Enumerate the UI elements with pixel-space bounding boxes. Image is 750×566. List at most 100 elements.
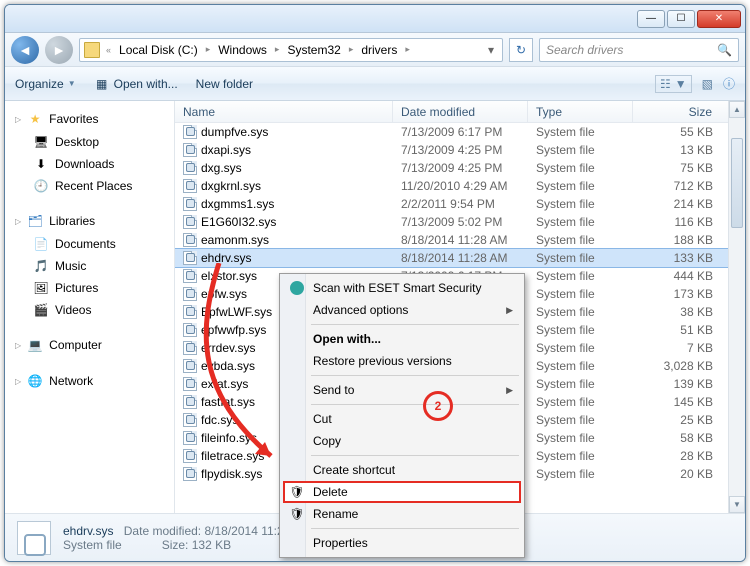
scroll-down-button[interactable]: ▼: [729, 496, 745, 513]
file-type: System file: [528, 197, 633, 211]
ctx-properties[interactable]: Properties: [283, 532, 521, 554]
search-placeholder: Search drivers: [546, 43, 623, 57]
ctx-open-with[interactable]: Open with...: [283, 328, 521, 350]
organize-button[interactable]: Organize▼: [15, 77, 76, 91]
sysfile-icon: [183, 215, 197, 229]
chevron-right-icon: ▸: [204, 44, 213, 55]
forward-button[interactable]: ►: [45, 36, 73, 64]
ctx-cut[interactable]: Cut: [283, 408, 521, 430]
newfolder-button[interactable]: New folder: [196, 77, 253, 91]
context-menu: Scan with ESET Smart Security Advanced o…: [279, 273, 525, 558]
sysfile-icon: [183, 323, 197, 337]
favorites-header[interactable]: ▷★Favorites: [9, 107, 170, 131]
scroll-up-button[interactable]: ▲: [729, 101, 745, 118]
file-row[interactable]: dxgmms1.sys2/2/2011 9:54 PMSystem file21…: [175, 195, 745, 213]
computer-header[interactable]: ▷💻Computer: [9, 333, 170, 357]
crumb-drivers[interactable]: drivers: [359, 43, 399, 57]
file-row[interactable]: dxgkrnl.sys11/20/2010 4:29 AMSystem file…: [175, 177, 745, 195]
file-date: 7/13/2009 6:17 PM: [393, 125, 528, 139]
maximize-button[interactable]: ☐: [667, 10, 695, 28]
file-name: dxgmms1.sys: [201, 197, 274, 211]
file-name: dxapi.sys: [201, 143, 251, 157]
sysfile-icon: [183, 359, 197, 373]
crumb-system32[interactable]: System32: [285, 43, 342, 57]
file-row[interactable]: eamonm.sys8/18/2014 11:28 AMSystem file1…: [175, 231, 745, 249]
help-button[interactable]: ⓘ: [723, 75, 735, 92]
file-row[interactable]: dxapi.sys7/13/2009 4:25 PMSystem file13 …: [175, 141, 745, 159]
file-name: filetrace.sys: [201, 449, 264, 463]
col-date[interactable]: Date modified: [393, 101, 528, 122]
sidebar-item-desktop[interactable]: 🖥Desktop: [9, 131, 170, 153]
desktop-icon: 🖥: [33, 134, 49, 150]
file-name: evbda.sys: [201, 359, 255, 373]
file-date: 7/13/2009 5:02 PM: [393, 215, 528, 229]
col-name[interactable]: Name: [175, 101, 393, 122]
sysfile-icon: [183, 125, 197, 139]
file-name: dxgkrnl.sys: [201, 179, 261, 193]
sidebar-item-recent[interactable]: 🕘Recent Places: [9, 175, 170, 197]
crumb-root[interactable]: Local Disk (C:): [117, 43, 200, 57]
file-name: epfw.sys: [201, 287, 247, 301]
back-button[interactable]: ◄: [11, 36, 39, 64]
refresh-button[interactable]: ↻: [509, 38, 533, 62]
vertical-scrollbar[interactable]: ▲ ▼: [728, 101, 745, 513]
sysfile-icon: [183, 161, 197, 175]
ctx-restore-versions[interactable]: Restore previous versions: [283, 350, 521, 372]
file-name: dxg.sys: [201, 161, 242, 175]
minimize-button[interactable]: —: [637, 10, 665, 28]
close-button[interactable]: ✕: [697, 10, 741, 28]
navigation-bar: ◄ ► « Local Disk (C:) ▸ Windows ▸ System…: [5, 33, 745, 67]
sysfile-icon: [183, 395, 197, 409]
address-dropdown[interactable]: ▾: [484, 43, 498, 57]
submenu-arrow-icon: ▶: [506, 385, 513, 396]
sidebar-item-downloads[interactable]: ⬇Downloads: [9, 153, 170, 175]
file-type: System file: [528, 143, 633, 157]
file-type: System file: [528, 179, 633, 193]
shield-icon: 🛡: [289, 484, 305, 500]
sidebar-item-pictures[interactable]: 🖼Pictures: [9, 277, 170, 299]
file-type-icon: [17, 521, 51, 555]
network-header[interactable]: ▷🌐Network: [9, 369, 170, 393]
sysfile-icon: [183, 377, 197, 391]
ctx-advanced-options[interactable]: Advanced options▶: [283, 299, 521, 321]
col-type[interactable]: Type: [528, 101, 633, 122]
ctx-copy[interactable]: Copy: [283, 430, 521, 452]
view-button[interactable]: ☷ ▼: [655, 75, 692, 93]
file-name: exfat.sys: [201, 377, 248, 391]
sidebar-item-documents[interactable]: 📄Documents: [9, 233, 170, 255]
file-row[interactable]: dxg.sys7/13/2009 4:25 PMSystem file75 KB: [175, 159, 745, 177]
scroll-thumb[interactable]: [731, 138, 743, 228]
ctx-create-shortcut[interactable]: Create shortcut: [283, 459, 521, 481]
file-row[interactable]: ehdrv.sys8/18/2014 11:28 AMSystem file13…: [175, 249, 745, 267]
star-icon: ★: [27, 111, 43, 127]
pictures-icon: 🖼: [33, 280, 49, 296]
column-headers: Name Date modified Type Size: [175, 101, 745, 123]
ctx-rename[interactable]: 🛡Rename: [283, 503, 521, 525]
crumb-windows[interactable]: Windows: [216, 43, 269, 57]
search-input[interactable]: Search drivers 🔍: [539, 38, 739, 62]
file-type: System file: [528, 377, 633, 391]
ctx-delete[interactable]: 🛡Delete: [283, 481, 521, 503]
file-type: System file: [528, 269, 633, 283]
address-bar[interactable]: « Local Disk (C:) ▸ Windows ▸ System32 ▸…: [79, 38, 503, 62]
documents-icon: 📄: [33, 236, 49, 252]
music-icon: 🎵: [33, 258, 49, 274]
caret-icon: ▷: [15, 377, 21, 386]
file-type: System file: [528, 395, 633, 409]
caret-icon: ▷: [15, 115, 21, 124]
file-name: epfwwfp.sys: [201, 323, 266, 337]
file-name: errdev.sys: [201, 341, 255, 355]
libraries-header[interactable]: ▷🗂Libraries: [9, 209, 170, 233]
openwith-button[interactable]: ▦Open with...: [94, 76, 178, 92]
file-name: EpfwLWF.sys: [201, 305, 272, 319]
ctx-scan-eset[interactable]: Scan with ESET Smart Security: [283, 277, 521, 299]
file-name: dumpfve.sys: [201, 125, 268, 139]
sidebar-item-videos[interactable]: 🎬Videos: [9, 299, 170, 321]
ctx-send-to[interactable]: Send to▶: [283, 379, 521, 401]
file-row[interactable]: E1G60I32.sys7/13/2009 5:02 PMSystem file…: [175, 213, 745, 231]
preview-pane-button[interactable]: ▧: [702, 77, 713, 91]
videos-icon: 🎬: [33, 302, 49, 318]
chevron-icon: «: [104, 45, 113, 55]
file-row[interactable]: dumpfve.sys7/13/2009 6:17 PMSystem file5…: [175, 123, 745, 141]
sidebar-item-music[interactable]: 🎵Music: [9, 255, 170, 277]
